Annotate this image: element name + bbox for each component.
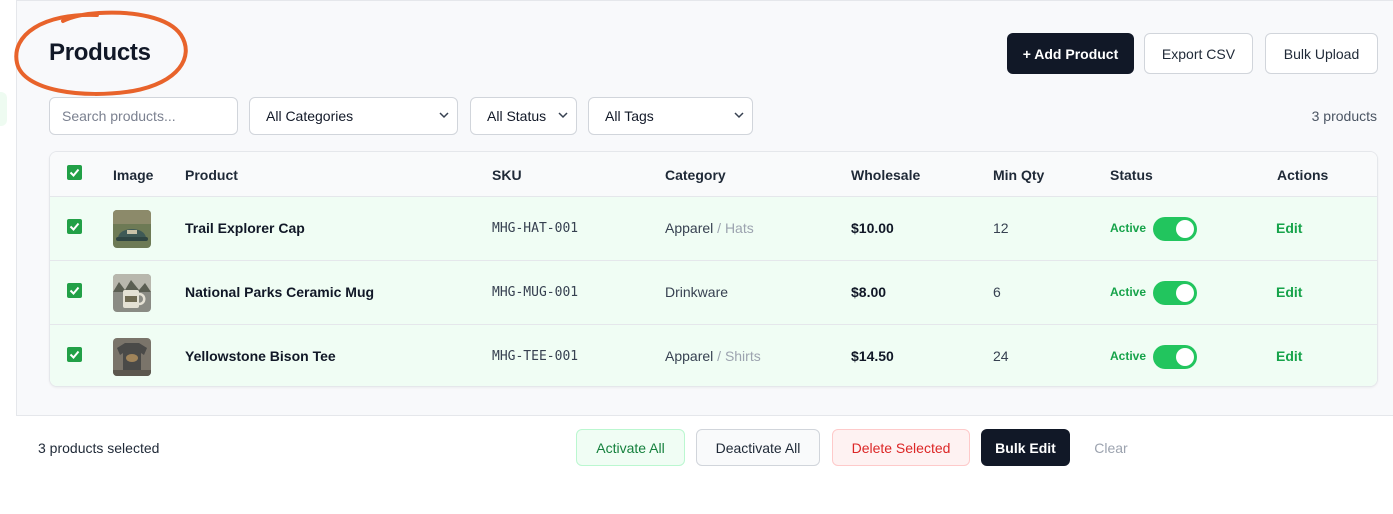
category-label: Apparel [665,220,714,236]
row-checkbox[interactable] [67,347,82,362]
table-row[interactable]: Yellowstone Bison Tee MHG-TEE-001 Appare… [50,325,1377,386]
chevron-down-icon [734,112,744,119]
toggle-knob [1176,220,1194,238]
product-sku: MHG-MUG-001 [492,285,579,300]
product-sku: MHG-HAT-001 [492,221,579,236]
category-select[interactable]: All Categories [249,97,458,135]
product-count: 3 products [1311,108,1377,124]
sidebar-active-indicator [0,92,7,126]
status-select[interactable]: All Status [470,97,577,135]
column-header-category: Category [665,167,726,183]
bulk-edit-button[interactable]: Bulk Edit [981,429,1070,466]
product-category: Apparel / Shirts [665,348,761,364]
check-icon [69,168,80,177]
check-icon [69,286,80,295]
table-header: Image Product SKU Category Wholesale Min… [50,152,1377,197]
clear-selection-button[interactable]: Clear [1082,429,1140,466]
check-icon [69,222,80,231]
chevron-down-icon [558,112,568,119]
product-name[interactable]: Yellowstone Bison Tee [185,348,336,364]
category-select-value: All Categories [266,108,354,124]
toggle-knob [1176,284,1194,302]
activate-all-button[interactable]: Activate All [576,429,685,466]
products-page: Products + Add Product Export CSV Bulk U… [14,0,1393,416]
category-separator: / [717,220,722,236]
deactivate-all-button[interactable]: Deactivate All [696,429,820,466]
category-separator: / [717,348,722,364]
category-label: Apparel [665,348,714,364]
products-table: Image Product SKU Category Wholesale Min… [49,151,1378,387]
select-all-checkbox[interactable] [67,165,82,180]
wholesale-price: $14.50 [851,348,894,364]
product-thumbnail [113,338,151,376]
product-category: Apparel / Hats [665,220,754,236]
search-input[interactable] [49,97,238,135]
table-row[interactable]: Trail Explorer Cap MHG-HAT-001 Apparel /… [50,197,1377,261]
delete-selected-button[interactable]: Delete Selected [832,429,970,466]
status-toggle[interactable] [1153,345,1197,369]
export-csv-button[interactable]: Export CSV [1144,33,1253,74]
column-header-sku: SKU [492,167,522,183]
add-product-button[interactable]: + Add Product [1007,33,1134,74]
toggle-knob [1176,348,1194,366]
row-checkbox[interactable] [67,219,82,234]
subcategory-label: Hats [724,220,754,236]
product-sku: MHG-TEE-001 [492,349,579,364]
column-header-product: Product [185,167,238,183]
category-label: Drinkware [665,284,729,300]
status-toggle[interactable] [1153,281,1197,305]
status-toggle[interactable] [1153,217,1197,241]
row-checkbox[interactable] [67,283,82,298]
min-qty: 24 [993,348,1009,364]
product-name[interactable]: Trail Explorer Cap [185,220,305,236]
status-label: Active [1110,349,1147,363]
chevron-down-icon [439,112,449,119]
page-title: Products [49,39,151,66]
edit-link[interactable]: Edit [1276,220,1302,236]
wholesale-price: $10.00 [851,220,894,236]
column-header-image: Image [113,167,154,183]
tags-select[interactable]: All Tags [588,97,753,135]
selected-count: 3 products selected [38,440,160,456]
subcategory-label: Shirts [724,348,761,364]
wholesale-price: $8.00 [851,284,887,300]
column-header-actions: Actions [1277,167,1329,183]
column-header-status: Status [1110,167,1153,183]
bulk-upload-button[interactable]: Bulk Upload [1265,33,1378,74]
status-select-value: All Status [487,108,547,124]
product-thumbnail [113,210,151,248]
product-category: Drinkware [665,284,728,300]
table-row[interactable]: National Parks Ceramic Mug MHG-MUG-001 D… [50,261,1377,325]
status-label: Active [1110,285,1147,299]
edit-link[interactable]: Edit [1276,348,1302,364]
min-qty: 6 [993,284,1001,300]
status-label: Active [1110,221,1147,235]
column-header-wholesale: Wholesale [851,167,921,183]
min-qty: 12 [993,220,1009,236]
product-thumbnail [113,274,151,312]
product-name[interactable]: National Parks Ceramic Mug [185,284,374,300]
column-header-min-qty: Min Qty [993,167,1045,183]
check-icon [69,350,80,359]
edit-link[interactable]: Edit [1276,284,1302,300]
tags-select-value: All Tags [605,108,654,124]
